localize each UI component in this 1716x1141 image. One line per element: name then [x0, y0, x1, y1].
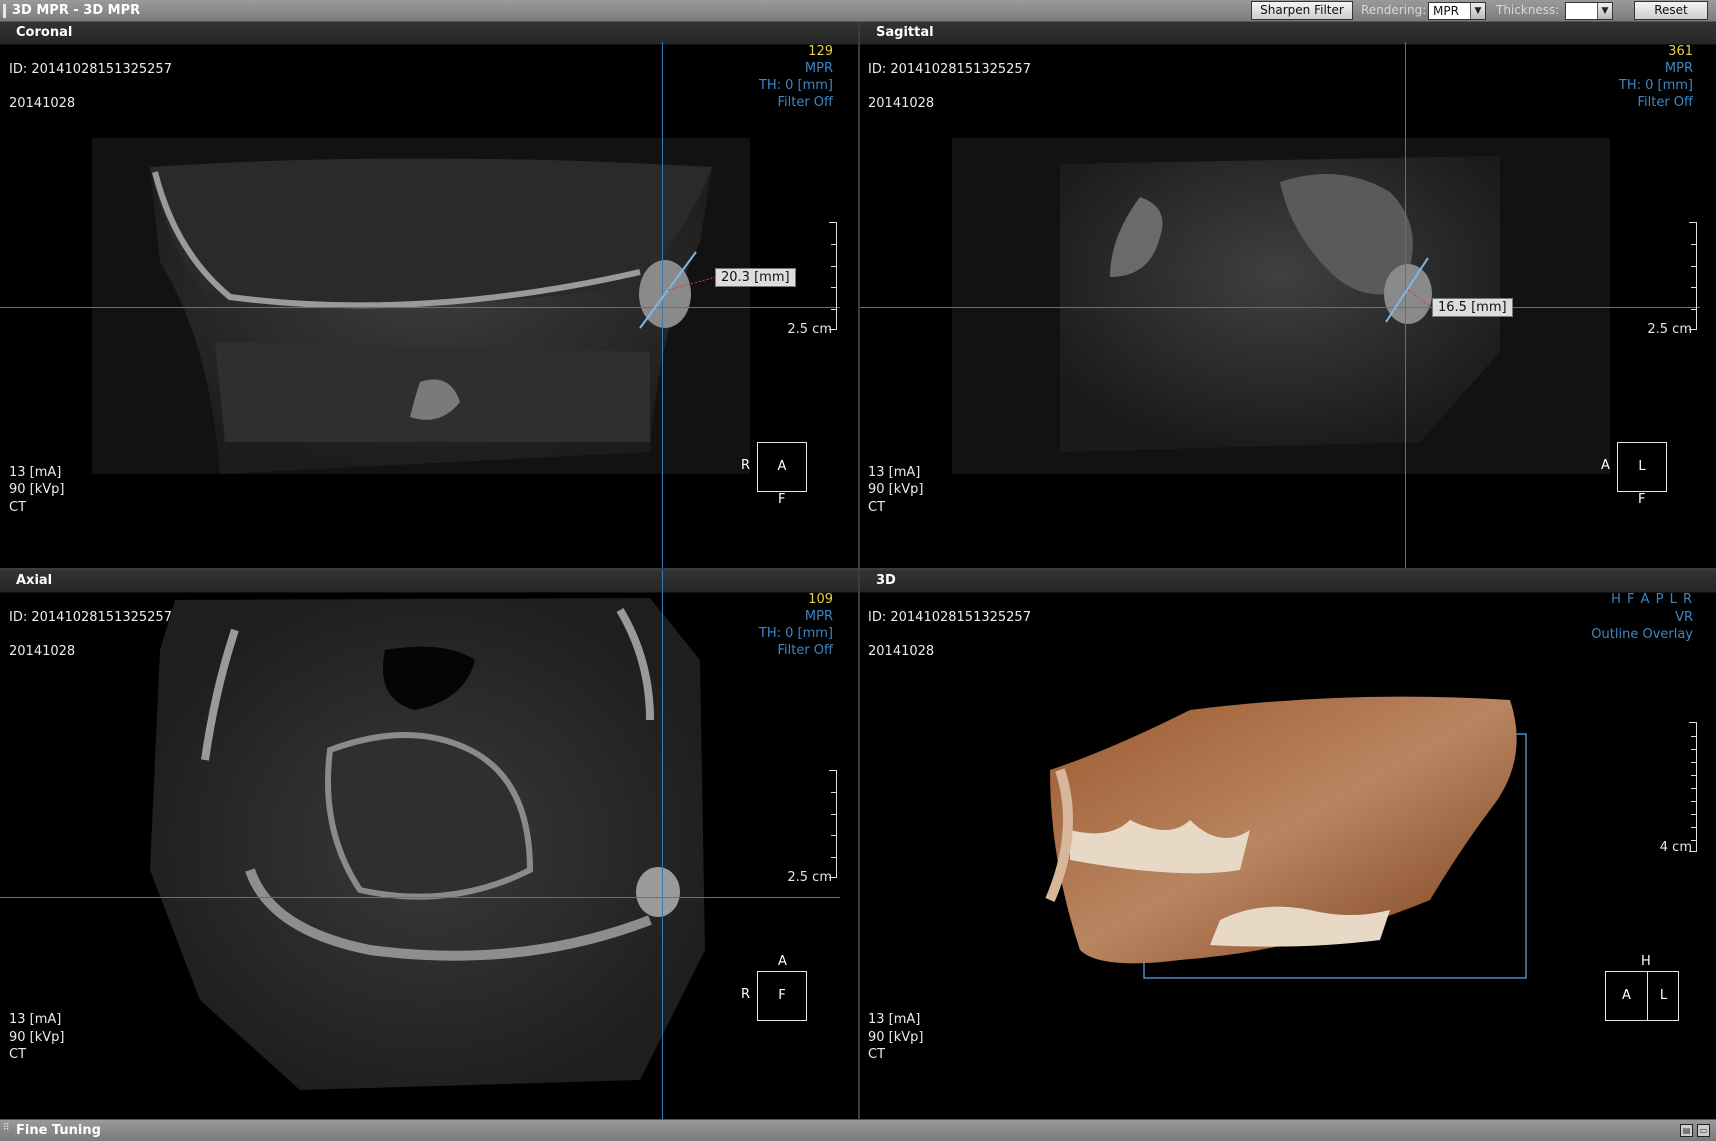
tube-voltage: 90 [kVp] — [9, 482, 65, 497]
crosshair-horizontal[interactable] — [0, 897, 840, 898]
fine-tuning-label: Fine Tuning — [16, 1123, 101, 1138]
fine-tuning-bar[interactable]: ⠿ Fine Tuning ▤ ▭ — [0, 1119, 1716, 1141]
view-directions[interactable]: H F A P L R — [1611, 592, 1693, 607]
orientation-bottom-label: F — [778, 492, 786, 507]
measurement-label[interactable]: 16.5 [mm] — [1432, 298, 1513, 317]
measurement-label[interactable]: 20.3 [mm] — [715, 268, 796, 287]
chevron-down-icon: ▼ — [1470, 3, 1485, 19]
scale-bar — [829, 222, 837, 330]
thickness-info: TH: 0 [mm] — [758, 626, 833, 641]
orientation-bottom-label: F — [1638, 492, 1646, 507]
render-mode: MPR — [1664, 61, 1693, 76]
render-mode: MPR — [804, 609, 833, 624]
chevron-down-icon: ▼ — [1597, 3, 1612, 19]
tube-current: 13 [mA] — [9, 1012, 62, 1027]
viewport-divider-vertical[interactable] — [858, 22, 860, 1119]
orientation-left-label: A — [1601, 458, 1610, 473]
patient-id: ID: 20141028151325257 — [9, 610, 172, 625]
modality: CT — [868, 1047, 886, 1062]
tube-current: 13 [mA] — [9, 465, 62, 480]
reset-button[interactable]: Reset — [1634, 1, 1708, 20]
measurement-line[interactable] — [860, 22, 1716, 568]
orientation-left-label: R — [741, 987, 751, 1002]
orientation-left-label: R — [741, 458, 751, 473]
tube-current: 13 [mA] — [868, 1012, 921, 1027]
viewport-divider-horizontal[interactable] — [0, 568, 1716, 570]
tube-voltage: 90 [kVp] — [868, 1030, 924, 1045]
scale-label: 2.5 cm — [787, 322, 832, 337]
tube-voltage: 90 [kVp] — [868, 482, 924, 497]
slice-number: 129 — [808, 44, 833, 59]
modality: CT — [9, 1047, 27, 1062]
crosshair-vertical[interactable] — [662, 570, 663, 1119]
thickness-info: TH: 0 [mm] — [1618, 78, 1693, 93]
tube-voltage: 90 [kVp] — [9, 1030, 65, 1045]
coronal-viewport[interactable]: Coronal 20.3 [mm] 129 MPR TH: 0 [mm] Fil… — [0, 22, 858, 568]
outline-overlay-info: Outline Overlay — [1591, 627, 1693, 642]
title-bar: 3D MPR - 3D MPR Sharpen Filter Rendering… — [0, 0, 1716, 22]
sharpen-filter-button[interactable]: Sharpen Filter — [1251, 1, 1353, 20]
rendering-label: Rendering: — [1361, 3, 1427, 17]
study-date: 20141028 — [9, 644, 76, 659]
orientation-cube[interactable]: F — [757, 971, 807, 1021]
modality: CT — [9, 500, 27, 515]
render-mode: VR — [1675, 610, 1693, 625]
orientation-top-label: H — [1641, 954, 1651, 969]
study-date: 20141028 — [868, 644, 935, 659]
orientation-cube[interactable]: A — [757, 442, 807, 492]
axial-viewport[interactable]: Axial 109 MPR TH: 0 [mm] Filter Off ID: … — [0, 570, 858, 1119]
save-icon[interactable]: ▤ — [1680, 1124, 1693, 1137]
study-date: 20141028 — [868, 96, 935, 111]
patient-id: ID: 20141028151325257 — [868, 610, 1031, 625]
scale-label: 2.5 cm — [1647, 322, 1692, 337]
slice-number: 109 — [808, 592, 833, 607]
render-mode: MPR — [804, 61, 833, 76]
volume-render-image — [1045, 696, 1527, 979]
slice-number: 361 — [1668, 44, 1693, 59]
thickness-select[interactable]: ▼ — [1565, 2, 1613, 20]
orientation-cube[interactable]: L — [1617, 442, 1667, 492]
rendering-select[interactable]: MPR ▼ — [1428, 2, 1486, 20]
orientation-face-a: A — [1606, 972, 1648, 1020]
axial-image — [150, 598, 705, 1090]
modality: CT — [868, 500, 886, 515]
thickness-label: Thickness: — [1496, 3, 1560, 17]
rendering-value: MPR — [1433, 4, 1459, 18]
patient-id: ID: 20141028151325257 — [9, 62, 172, 77]
folder-icon[interactable]: ▭ — [1697, 1124, 1710, 1137]
scale-bar — [1689, 722, 1697, 852]
study-date: 20141028 — [9, 96, 76, 111]
scale-label: 4 cm — [1659, 840, 1692, 855]
scale-bar — [1689, 222, 1697, 330]
scale-bar — [829, 770, 837, 878]
window-title: 3D MPR - 3D MPR — [12, 3, 141, 18]
patient-id: ID: 20141028151325257 — [868, 62, 1031, 77]
filter-info: Filter Off — [777, 643, 833, 658]
grip-icon: ⠿ — [3, 1123, 10, 1133]
sagittal-viewport[interactable]: Sagittal 16.5 [mm] 361 MPR TH: 0 [mm] Fi… — [860, 22, 1716, 568]
orientation-cube[interactable]: A L — [1605, 971, 1679, 1021]
orientation-face-l: L — [1659, 988, 1668, 1003]
title-grip — [3, 4, 6, 18]
tube-current: 13 [mA] — [868, 465, 921, 480]
filter-info: Filter Off — [1637, 95, 1693, 110]
measurement-line[interactable] — [0, 22, 858, 568]
orientation-top-label: A — [778, 954, 787, 969]
scale-label: 2.5 cm — [787, 870, 832, 885]
thickness-info: TH: 0 [mm] — [758, 78, 833, 93]
filter-info: Filter Off — [777, 95, 833, 110]
3d-viewport[interactable]: 3D H F A P L R VR Outline Overlay ID: 20… — [860, 570, 1716, 1119]
